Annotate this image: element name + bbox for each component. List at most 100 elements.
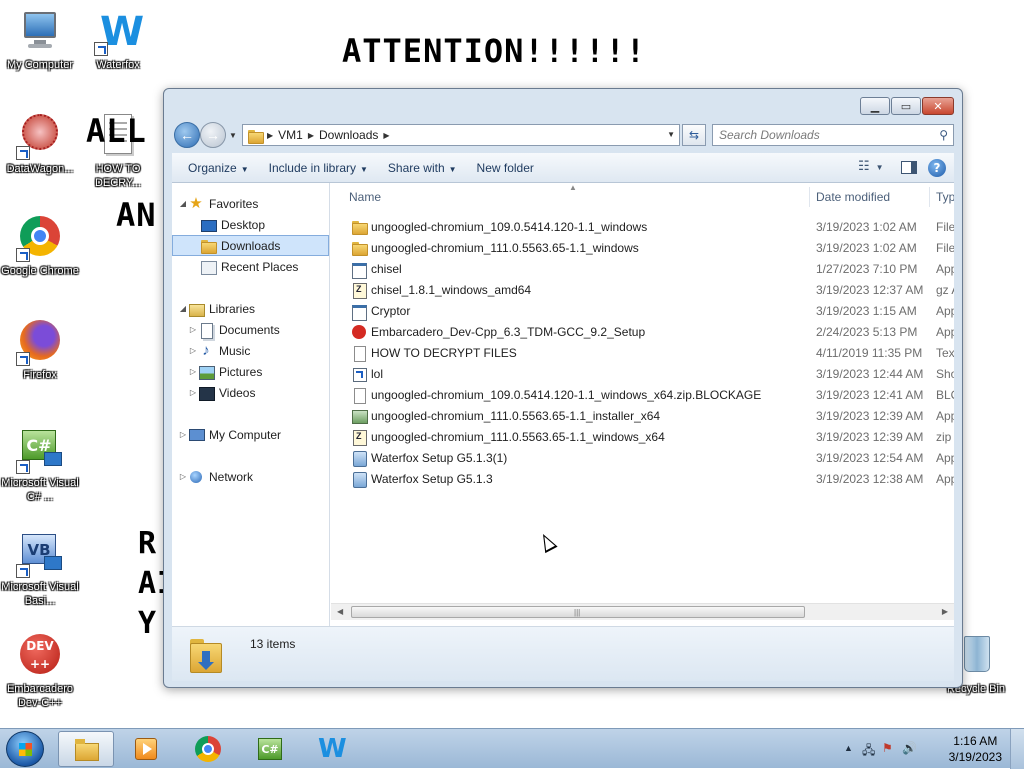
nav-downloads[interactable]: Downloads — [172, 235, 329, 256]
file-name: Cryptor — [371, 304, 411, 318]
breadcrumb-vm1[interactable]: VM1 — [273, 128, 308, 142]
include-in-library-button[interactable]: Include in library ▼ — [259, 161, 378, 175]
nav-documents[interactable]: ▷ Documents — [172, 319, 329, 340]
nav-my-computer[interactable]: ▷ My Computer — [172, 424, 329, 445]
file-row[interactable]: ungoogled-chromium_109.0.5414.120-1.1_wi… — [331, 216, 954, 237]
taskbar-media-player[interactable] — [118, 731, 174, 767]
desktop-icon-google-chrome[interactable]: Google Chrome — [0, 214, 80, 278]
media-player-icon — [132, 736, 160, 762]
desktop-icon-my-computer[interactable]: My Computer — [0, 8, 80, 72]
taskbar-waterfox[interactable]: W — [304, 731, 360, 767]
expand-triangle-icon[interactable]: ◢ — [178, 199, 188, 208]
nav-recent-places[interactable]: Recent Places — [172, 256, 329, 277]
file-row[interactable]: Waterfox Setup G5.1.3 3/19/2023 12:38 AM A… — [331, 468, 954, 489]
file-row[interactable]: ungoogled-chromium_109.0.5414.120-1.1_wi… — [331, 384, 954, 405]
desktop-icon-visual-csharp[interactable]: C# Microsoft Visual C# ... — [0, 426, 80, 504]
taskbar: C# W ▲ 🖧 ⚑ 🔊 1:16 AM 3/19/2023 — [0, 728, 1024, 769]
file-row[interactable]: lol 3/19/2023 12:44 AM Sho — [331, 363, 954, 384]
clock[interactable]: 1:16 AM 3/19/2023 — [949, 733, 1002, 765]
desktop-icon-visual-basic[interactable]: VB Microsoft Visual Basi... — [0, 530, 80, 608]
nav-network[interactable]: ▷ Network — [172, 466, 329, 487]
scroll-right-icon[interactable]: ▶ — [942, 607, 948, 616]
share-with-button[interactable]: Share with ▼ — [378, 161, 467, 175]
desktop-icon-label: My Computer — [6, 59, 74, 71]
column-header-date-modified[interactable]: Date modified — [816, 190, 890, 204]
taskbar-explorer[interactable] — [58, 731, 114, 767]
scroll-left-icon[interactable]: ◀ — [337, 607, 343, 616]
setup-icon — [351, 450, 367, 467]
file-row[interactable]: chisel_1.8.1_windows_amd64 3/19/2023 12:3… — [331, 279, 954, 300]
expand-arrow-icon[interactable]: ▷ — [188, 346, 198, 355]
expand-arrow-icon[interactable]: ▷ — [178, 472, 188, 481]
column-header-name[interactable]: Name — [349, 190, 381, 204]
file-type: App — [936, 325, 954, 339]
organize-button[interactable]: Organize ▼ — [178, 161, 259, 175]
desktop-icon-firefox[interactable]: Firefox — [0, 318, 80, 382]
new-folder-button[interactable]: New folder — [467, 161, 544, 175]
breadcrumb-downloads[interactable]: Downloads — [314, 128, 383, 142]
zip-icon — [351, 429, 367, 446]
file-row[interactable]: ungoogled-chromium_111.0.5563.65-1.1_win… — [331, 237, 954, 258]
file-row[interactable]: Waterfox Setup G5.1.3(1) 3/19/2023 12:54 … — [331, 447, 954, 468]
nav-favorites[interactable]: ◢ ★ Favorites — [172, 193, 329, 214]
scrollbar-thumb[interactable]: ||| — [351, 606, 805, 618]
back-button[interactable]: ← — [174, 122, 200, 148]
shortcut-arrow-icon — [16, 352, 30, 366]
nav-desktop[interactable]: Desktop — [172, 214, 329, 235]
file-row[interactable]: HOW TO DECRYPT FILES 4/11/2019 11:35 PM Te… — [331, 342, 954, 363]
file-row[interactable]: Cryptor 3/19/2023 1:15 AM App — [331, 300, 954, 321]
file-date-modified: 3/19/2023 12:39 AM — [816, 409, 924, 423]
desktop-icon-datawagon[interactable]: DataWagon... — [0, 112, 80, 176]
preview-pane-button[interactable] — [898, 158, 920, 178]
maximize-button[interactable]: ▭ — [891, 97, 921, 115]
taskbar-chrome[interactable] — [180, 731, 236, 767]
expand-arrow-icon[interactable]: ▷ — [188, 388, 198, 397]
help-button[interactable]: ? — [926, 158, 948, 178]
expand-arrow-icon[interactable]: ▷ — [178, 430, 188, 439]
expand-triangle-icon[interactable]: ◢ — [178, 304, 188, 313]
chevron-down-icon[interactable]: ▼ — [667, 130, 675, 139]
nav-libraries[interactable]: ◢ Libraries — [172, 298, 329, 319]
desktop-icon-waterfox[interactable]: W Waterfox — [78, 8, 158, 72]
search-input[interactable]: Search Downloads ⚲ — [712, 124, 954, 146]
refresh-button[interactable]: ⇆ — [682, 124, 706, 146]
nav-videos[interactable]: ▷ Videos — [172, 382, 329, 403]
file-row[interactable]: Embarcadero_Dev-Cpp_6.3_TDM-GCC_9.2_Setu… — [331, 321, 954, 342]
taskbar-visual-csharp[interactable]: C# — [242, 731, 298, 767]
show-hidden-icons-icon[interactable]: ▲ — [844, 743, 853, 753]
column-header-type[interactable]: Typ — [936, 190, 954, 204]
caption-buttons: ▁ ▭ ✕ — [859, 97, 954, 115]
file-row[interactable]: ungoogled-chromium_111.0.5563.65-1.1_ins… — [331, 405, 954, 426]
nav-pictures[interactable]: ▷ Pictures — [172, 361, 329, 382]
file-row[interactable]: ungoogled-chromium_111.0.5563.65-1.1_win… — [331, 426, 954, 447]
file-name: ungoogled-chromium_111.0.5563.65-1.1_ins… — [371, 409, 661, 423]
change-view-button[interactable]: ☷ ▼ — [858, 158, 884, 178]
action-center-flag-icon[interactable]: ⚑ — [882, 741, 893, 755]
expand-arrow-icon[interactable]: ▷ — [188, 367, 198, 376]
shortcut-arrow-icon — [16, 248, 30, 262]
volume-icon[interactable]: 🔊 — [902, 741, 917, 755]
horizontal-scrollbar[interactable]: ◀ ||| ▶ — [331, 603, 954, 620]
desktop-icon-devcpp[interactable]: DEV ++ Embarcadero Dev-C++ — [0, 632, 80, 710]
close-button[interactable]: ✕ — [922, 97, 954, 115]
desktop-icon-label: HOW TO DECRY... — [94, 163, 142, 189]
start-button[interactable] — [6, 731, 44, 767]
search-icon[interactable]: ⚲ — [939, 128, 948, 142]
file-date-modified: 2/24/2023 5:13 PM — [816, 325, 918, 339]
forward-button[interactable]: → — [200, 122, 226, 148]
show-desktop-button[interactable] — [1010, 729, 1024, 769]
address-bar[interactable]: ▶ VM1 ▶ Downloads ▶ ▼ — [242, 124, 680, 146]
chevron-right-icon[interactable]: ▶ — [383, 131, 389, 140]
network-status-icon[interactable]: 🖧 — [862, 741, 875, 762]
column-divider[interactable] — [929, 187, 930, 207]
file-row[interactable]: chisel 1/27/2023 7:10 PM App — [331, 258, 954, 279]
expand-arrow-icon[interactable]: ▷ — [188, 325, 198, 334]
file-date-modified: 3/19/2023 12:54 AM — [816, 451, 924, 465]
column-divider[interactable] — [809, 187, 810, 207]
minimize-button[interactable]: ▁ — [860, 97, 890, 115]
nav-music[interactable]: ▷ ♪ Music — [172, 340, 329, 361]
recent-pages-dropdown[interactable]: ▼ — [229, 131, 237, 140]
